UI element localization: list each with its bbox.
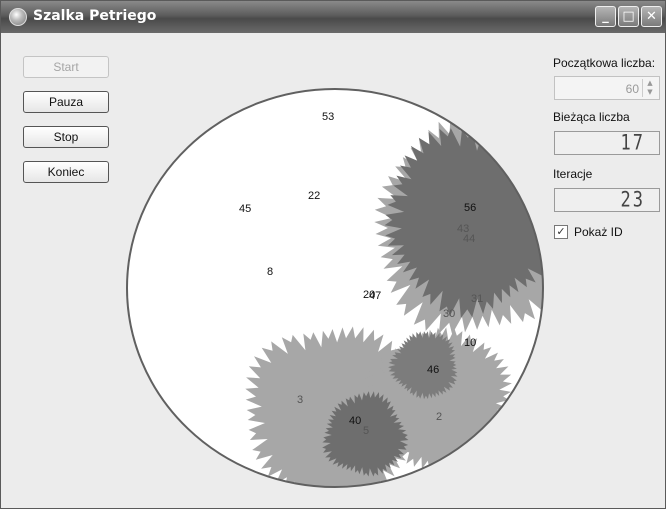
petri-dish: 53224585643442047 3130104634052 (126, 88, 544, 488)
colony-id-label: 44 (463, 233, 475, 245)
colony-id-label: 3 (297, 394, 303, 406)
colony-id-label: 10 (464, 337, 476, 349)
spin-arrows-icon[interactable]: ▲ ▼ (642, 79, 657, 97)
stop-button[interactable]: Stop (23, 126, 109, 148)
colony-id-label: 31 (471, 293, 483, 305)
window-title: Szalka Petriego (33, 8, 157, 24)
colony-id-label: 40 (349, 415, 361, 427)
iterations-display: 23 (554, 187, 660, 213)
end-button[interactable]: Koniec (23, 161, 109, 183)
colony-id-label: 8 (267, 266, 273, 278)
pause-button[interactable]: Pauza (23, 91, 109, 113)
current-count-label: Bieżąca liczba (553, 110, 630, 124)
colony-id-label: 47 (369, 290, 381, 302)
title-bar[interactable]: Szalka Petriego _ □ ✕ (1, 1, 665, 33)
initial-count-label: Początkowa liczba: (553, 56, 656, 70)
colony-id-label: 30 (443, 308, 455, 320)
minimize-button[interactable]: _ (595, 6, 616, 27)
colony-id-label: 56 (464, 202, 476, 214)
initial-count-value: 60 (625, 82, 639, 96)
current-count-display: 17 (554, 130, 660, 156)
current-count-value: 17 (620, 130, 645, 156)
colony-id-label: 22 (308, 190, 320, 202)
app-icon (9, 8, 27, 26)
colony-id-label: 46 (427, 364, 439, 376)
app-window: Szalka Petriego _ □ ✕ Start Pauza Stop K… (0, 0, 666, 509)
maximize-button[interactable]: □ (618, 6, 639, 27)
show-id-label[interactable]: Pokaż ID (574, 225, 623, 239)
initial-count-spinbox[interactable]: 60 ▲ ▼ (554, 76, 660, 100)
colony-id-label: 2 (436, 411, 442, 423)
colony-id-label: 45 (239, 203, 251, 215)
colony-id-label: 53 (322, 111, 334, 123)
close-button[interactable]: ✕ (641, 6, 662, 27)
start-button[interactable]: Start (23, 56, 109, 78)
colony-id-label: 5 (363, 425, 369, 437)
iterations-label: Iteracje (553, 167, 593, 181)
show-id-checkbox[interactable]: ✓ (554, 225, 568, 239)
iterations-value: 23 (620, 187, 645, 213)
